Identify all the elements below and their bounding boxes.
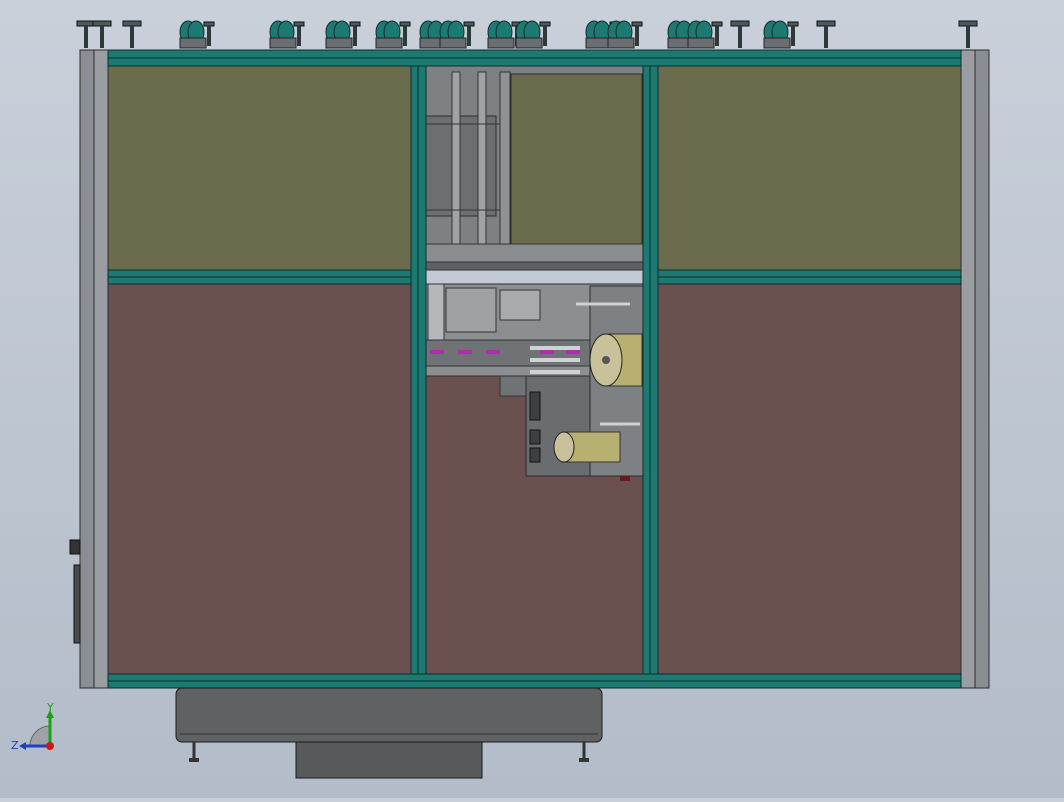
left-outer-post (79, 49, 95, 689)
side-button (69, 539, 81, 555)
side-box (73, 564, 81, 644)
caster-wheel-icon (325, 20, 361, 49)
triad-x-axis (46, 742, 54, 750)
leveling-foot-icon (730, 20, 750, 48)
panel-lower-left (107, 283, 412, 675)
triad-y-label: Y (46, 701, 54, 714)
coordinate-triad-icon: Y Z (11, 701, 54, 752)
caster-wheel-icon (269, 20, 305, 49)
caster-wheel-icon (179, 20, 215, 49)
right-outer-post (974, 49, 990, 689)
caster-wheel-icon (687, 20, 723, 49)
right-inner-post (960, 49, 976, 689)
leveling-foot-icon (76, 20, 96, 48)
base-drawer (295, 741, 483, 779)
material-roll-upper (589, 333, 643, 387)
caster-wheel-icon (607, 20, 643, 49)
leveling-foot-icon (92, 20, 112, 48)
material-roll-lower (553, 431, 621, 463)
leveling-foot-icon (122, 20, 142, 48)
caster-wheel-icon (375, 20, 411, 49)
caster-wheel-icon (439, 20, 475, 49)
cad-viewport[interactable]: Y Z (0, 0, 1064, 798)
triad-z-label: Z (11, 739, 19, 752)
caster-wheel-icon (515, 20, 551, 49)
panel-upper-left (107, 65, 412, 271)
upper-center-mechanism (425, 65, 644, 271)
leveling-foot-icon (816, 20, 836, 48)
leveling-foot-icon (958, 20, 978, 48)
panel-upper-right (657, 65, 962, 271)
left-inner-post (93, 49, 109, 689)
top-hardware (76, 20, 978, 49)
panel-lower-right (657, 283, 962, 675)
cad-drawing: Y Z (11, 20, 990, 779)
caster-wheel-icon (763, 20, 799, 49)
